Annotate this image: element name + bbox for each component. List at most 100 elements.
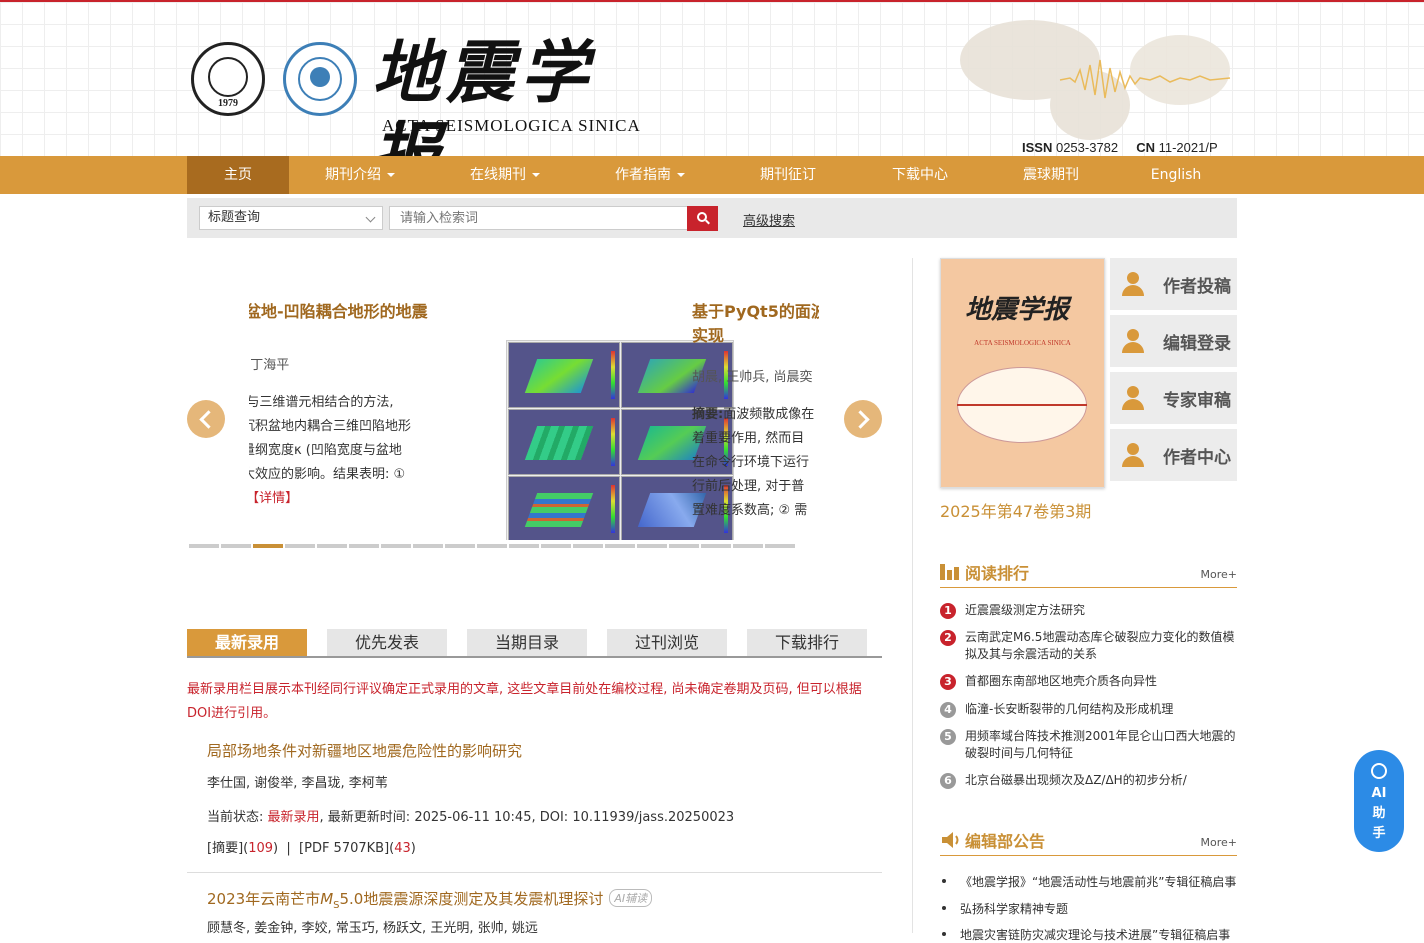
slider-dot[interactable] — [765, 544, 795, 548]
article-title[interactable]: 局部场地条件对新疆地区地震危险性的影响研究 — [207, 740, 882, 761]
user-icon — [1120, 443, 1146, 469]
tab-archive[interactable]: 过刊浏览 — [607, 629, 727, 656]
chevron-down-icon — [387, 173, 395, 177]
logo-emblem — [208, 57, 248, 97]
slider-dot[interactable] — [413, 544, 443, 548]
slider-pagination — [189, 544, 809, 568]
current-issue-cover[interactable]: 地震学报 ACTA SEISMOLOGICA SINICA — [940, 258, 1105, 488]
bar-chart-icon — [940, 564, 960, 580]
nav-online-journal[interactable]: 在线期刊 — [445, 156, 565, 194]
journal-name-english: ACTA SEISMOLOGICA SINICA — [382, 116, 641, 135]
slide-title[interactable]: 积盆地-凹陷耦合地形的地震 — [249, 300, 689, 324]
slide-authors: 胡晨, 王帅兵, 尚晨奕 — [692, 370, 813, 385]
nav-subscription[interactable]: 期刊征订 — [740, 156, 836, 194]
abstract-link[interactable]: [摘要](109 — [207, 841, 273, 856]
logo-center — [310, 67, 330, 87]
chevron-down-icon — [677, 173, 685, 177]
slider-dot[interactable] — [637, 544, 667, 548]
author-center-button[interactable]: 作者中心 — [1110, 429, 1237, 481]
nav-download-center[interactable]: 下载中心 — [872, 156, 968, 194]
slide-abstract: 摘要:面波频散成像在 着重要作用, 然而目 在命令行环境下运行 行前后处理, 对… — [692, 407, 815, 518]
reading-rank-header: 阅读排行 More+ — [940, 560, 1237, 588]
slide-detail-link[interactable]: 【详情】 — [249, 491, 298, 506]
slider-dot[interactable] — [733, 544, 763, 548]
slider-dot[interactable] — [541, 544, 571, 548]
slider-dot[interactable] — [509, 544, 539, 548]
advanced-search-link[interactable]: 高级搜索 — [743, 210, 795, 229]
article-item: 2023年云南芒市MS5.0地震震源深度测定及其发震机理探讨 AI辅读 顾慧冬, … — [207, 888, 882, 936]
slider-dot[interactable] — [381, 544, 411, 548]
tab-latest-accepted[interactable]: 最新录用 — [187, 629, 307, 656]
institute-of-geophysics-logo[interactable] — [283, 42, 357, 116]
search-input[interactable] — [389, 206, 689, 230]
column-divider — [912, 258, 913, 933]
tab-online-first[interactable]: 优先发表 — [327, 629, 447, 656]
slider-dot[interactable] — [573, 544, 603, 548]
ai-reading-badge[interactable]: AI辅读 — [609, 889, 653, 907]
slider-next-button[interactable] — [844, 400, 882, 438]
slide-card[interactable]: 基于PyQt5的面波实现 胡晨, 王帅兵, 尚晨奕 摘要:面波频散成像在 着重要… — [692, 300, 819, 523]
tab-current-issue[interactable]: 当期目录 — [467, 629, 587, 656]
slide-title[interactable]: 基于PyQt5的面波实现 — [692, 300, 819, 348]
current-issue-label[interactable]: 2025年第47卷第3期 — [940, 498, 1091, 522]
search-type-select[interactable]: 标题查询 — [199, 206, 383, 230]
site-header: 1979 地震学报 ACTA SEISMOLOGICA SINICA ISSN … — [0, 2, 1424, 195]
pdf-link[interactable]: 43 — [394, 841, 411, 856]
cover-seismogram-graphic — [957, 404, 1087, 406]
editor-login-button[interactable]: 编辑登录 — [1110, 315, 1237, 367]
issn-cn-info: ISSN 0253-3782 CN 11-2021/P — [1022, 140, 1218, 155]
nav-sister-journal[interactable]: 震球期刊 — [1003, 156, 1099, 194]
slider-dot[interactable] — [285, 544, 315, 548]
article-title[interactable]: 2023年云南芒市MS5.0地震震源深度测定及其发震机理探讨 AI辅读 — [207, 888, 882, 911]
slider-dot[interactable] — [317, 544, 347, 548]
article-status: 最新录用 — [267, 810, 320, 825]
slider-dot[interactable] — [477, 544, 507, 548]
expert-review-button[interactable]: 专家审稿 — [1110, 372, 1237, 424]
search-button[interactable] — [687, 206, 718, 231]
journal-name-calligraphy: 地震学报 — [372, 33, 595, 195]
article-authors: 顾慧冬, 姜金钟, 李姣, 常玉巧, 杨跃文, 王光明, 张帅, 姚远 — [207, 921, 538, 936]
ai-robot-icon — [1371, 763, 1387, 779]
article-tabs: 最新录用 优先发表 当期目录 过刊浏览 下载排行 — [187, 629, 882, 658]
user-edit-icon — [1120, 329, 1146, 355]
main-navigation: 主页 期刊介绍 在线期刊 作者指南 期刊征订 下载中心 震球期刊 English — [0, 156, 1424, 194]
tab-download-rank[interactable]: 下载排行 — [747, 629, 867, 656]
reading-rank-more-link[interactable]: More+ — [1201, 568, 1238, 581]
nav-author-guide[interactable]: 作者指南 — [590, 156, 710, 194]
latest-accepted-notice: 最新录用栏目展示本刊经同行评议确定正式录用的文章, 这些文章目前处在编校过程, … — [187, 682, 862, 721]
article-links: [摘要](109) | [PDF 5707KB](43) — [207, 841, 416, 856]
world-map-seismogram-graphic — [960, 20, 1231, 140]
speaker-icon — [942, 832, 959, 848]
slider-dot[interactable] — [221, 544, 251, 548]
nav-home[interactable]: 主页 — [187, 156, 289, 194]
slider-dot-active[interactable] — [253, 544, 283, 548]
announcements-header: 编辑部公告 More+ — [940, 828, 1237, 856]
slider-dot[interactable] — [669, 544, 699, 548]
article-meta: 当前状态: 最新录用, 最新更新时间: 2025-06-11 10:45, DO… — [207, 810, 735, 825]
slider-prev-button[interactable] — [187, 400, 225, 438]
slider-viewport: 积盆地-凹陷耦合地形的地震 良, 丁海平 ι式与三维谱元相结合的方法, 下沉积盆… — [249, 300, 819, 540]
slider-dot[interactable] — [189, 544, 219, 548]
slider-dot[interactable] — [445, 544, 475, 548]
slider-dot[interactable] — [701, 544, 731, 548]
featured-slider: 积盆地-凹陷耦合地形的地震 良, 丁海平 ι式与三维谱元相结合的方法, 下沉积盆… — [187, 300, 887, 580]
chevron-down-icon — [365, 212, 376, 223]
user-search-icon — [1120, 386, 1146, 412]
search-bar: 标题查询 高级搜索 — [187, 198, 1237, 238]
divider — [187, 872, 882, 873]
seismological-society-logo[interactable]: 1979 — [191, 42, 265, 116]
cover-title: 地震学报 — [965, 295, 1070, 325]
logo-year: 1979 — [218, 98, 238, 109]
user-icon — [1120, 272, 1146, 298]
ai-assistant-button[interactable]: AI助手 — [1354, 750, 1404, 852]
article-authors: 李仕国, 谢俊举, 李昌珑, 李柯苇 — [207, 776, 388, 791]
slider-dot[interactable] — [605, 544, 635, 548]
article-item: 局部场地条件对新疆地区地震危险性的影响研究 李仕国, 谢俊举, 李昌珑, 李柯苇… — [207, 740, 882, 856]
chevron-down-icon — [532, 173, 540, 177]
nav-english[interactable]: English — [1130, 156, 1222, 194]
slider-dot[interactable] — [349, 544, 379, 548]
nav-journal-intro[interactable]: 期刊介绍 — [300, 156, 420, 194]
author-submission-button[interactable]: 作者投稿 — [1110, 258, 1237, 310]
cover-subtitle: ACTA SEISMOLOGICA SINICA — [974, 339, 1071, 347]
announcements-more-link[interactable]: More+ — [1201, 836, 1238, 849]
